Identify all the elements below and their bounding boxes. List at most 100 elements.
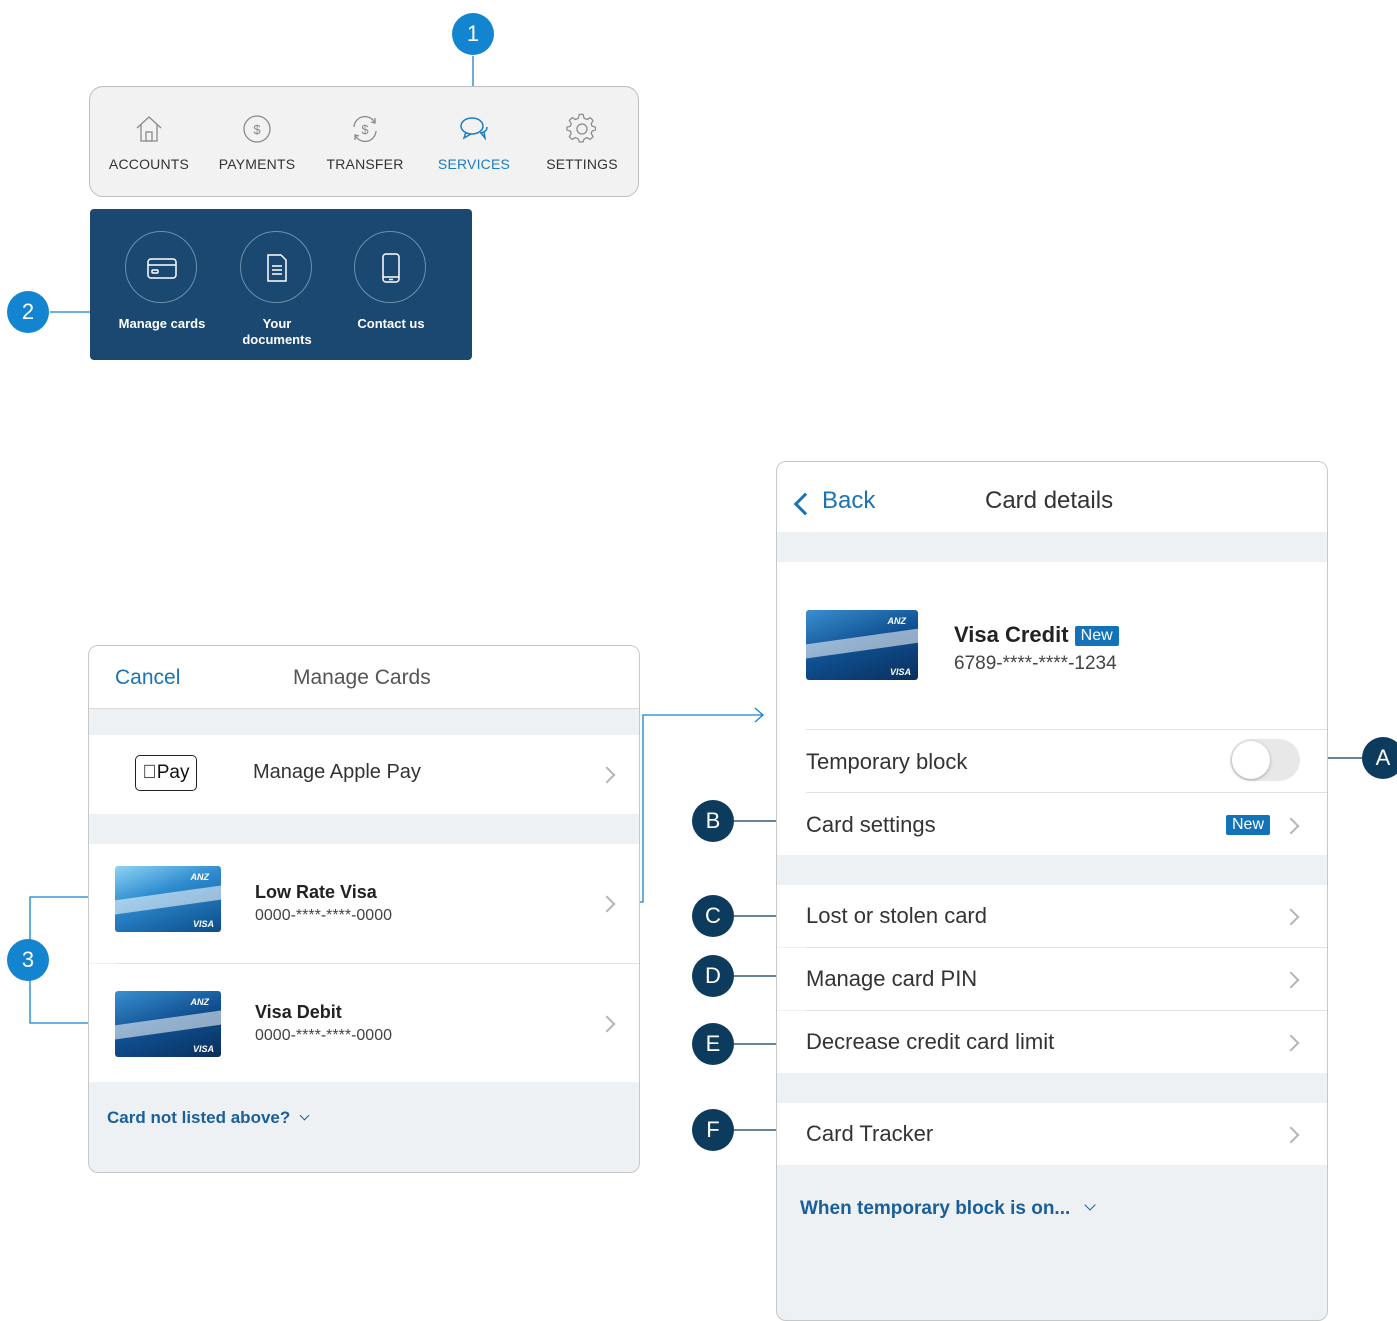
apple-pay-logo: Pay (135, 755, 197, 791)
card-details-section: ANZ VISA Visa Credit New 6789-****-****-… (777, 562, 1327, 855)
manage-pin-label: Manage card PIN (806, 966, 978, 991)
page-title: Card details (985, 487, 1114, 514)
services-item-label: Manage cards (118, 316, 206, 331)
phone-icon (382, 253, 400, 283)
card-tracker-label: Card Tracker (806, 1121, 934, 1146)
page-title: Manage Cards (293, 666, 431, 689)
new-badge: New (1074, 626, 1119, 646)
card-swoosh (806, 626, 918, 660)
services-item-label: Contact us (357, 316, 425, 331)
chevron-right-icon (598, 895, 616, 913)
visa-debit-card-image: ANZ VISA (115, 991, 221, 1057)
card-number: 0000-****-****-0000 (255, 907, 392, 924)
tab-payments[interactable]: $ PAYMENTS (202, 87, 312, 198)
temporary-block-toggle[interactable] (1230, 739, 1300, 781)
tab-label: SETTINGS (546, 156, 618, 172)
callout-f: F (692, 1109, 734, 1151)
svg-text:$: $ (361, 122, 369, 137)
card-settings-label: Card settings (806, 812, 936, 837)
manage-cards-screen: Cancel Manage Cards Pay Manage Apple Pa… (88, 645, 640, 1173)
card-settings-row[interactable]: Card settings New (777, 793, 1327, 855)
contact-us-circle (354, 231, 426, 303)
svg-text:$: $ (253, 122, 261, 137)
card-name: Visa Debit (255, 1002, 342, 1022)
temporary-block-info-text: When temporary block is on... (800, 1198, 1071, 1219)
dollar-circle-icon: $ (243, 115, 271, 143)
card-bank-logo: ANZ (887, 616, 907, 626)
tab-label: SERVICES (437, 156, 511, 172)
document-icon (267, 254, 287, 282)
back-chevron-icon[interactable] (793, 492, 817, 516)
card-row-low-rate-visa[interactable]: ANZ VISA Low Rate Visa 0000-****-****-00… (89, 844, 639, 963)
card-not-listed-link[interactable]: Card not listed above? (107, 1108, 310, 1128)
tab-accounts[interactable]: ACCOUNTS (94, 87, 204, 198)
card-brand-logo: VISA (192, 919, 214, 929)
chevron-right-icon (598, 1015, 616, 1033)
card-brand-logo: VISA (192, 1044, 214, 1054)
manage-apple-pay-label: Manage Apple Pay (253, 761, 421, 783)
temporary-block-info-link[interactable]: When temporary block is on... (800, 1198, 1096, 1220)
chat-bubbles-icon (460, 117, 488, 141)
lost-stolen-row[interactable]: Lost or stolen card (777, 885, 1327, 947)
temporary-block-label: Temporary block (806, 749, 968, 774)
card-number: 0000-****-****-0000 (255, 1027, 392, 1044)
chevron-right-icon (1282, 1034, 1300, 1052)
tab-settings[interactable]: SETTINGS (527, 87, 637, 198)
services-item-label: Your documents (242, 316, 312, 347)
decrease-limit-row[interactable]: Decrease credit card limit (777, 1011, 1327, 1073)
card-name: Visa Credit New (954, 622, 1119, 648)
callout-2: 2 (7, 291, 49, 333)
chevron-down-icon (299, 1110, 310, 1121)
card-number: 6789-****-****-1234 (954, 653, 1117, 674)
callout-a: A (1362, 737, 1397, 779)
card-brand-logo: VISA (889, 667, 911, 677)
apple-pay-logo-text: Pay (149, 762, 190, 783)
chevron-right-icon (598, 766, 616, 784)
decrease-limit-label: Decrease credit card limit (806, 1029, 1055, 1054)
card-row-visa-debit[interactable]: ANZ VISA Visa Debit 0000-****-****-0000 (89, 964, 639, 1082)
lost-stolen-label: Lost or stolen card (806, 903, 987, 928)
card-name: Low Rate Visa (255, 882, 377, 902)
manage-cards-circle (125, 231, 197, 303)
chevron-down-icon (1083, 1199, 1096, 1211)
callout-e: E (692, 1023, 734, 1065)
back-button[interactable]: Back (822, 487, 875, 515)
divider (806, 729, 1327, 730)
callout-3: 3 (7, 939, 49, 981)
apple-icon:  (143, 762, 157, 783)
manage-apple-pay-row[interactable]: Pay Manage Apple Pay (89, 735, 639, 814)
low-rate-visa-card-image: ANZ VISA (115, 866, 221, 932)
callout-d: D (692, 955, 734, 997)
gear-icon (566, 113, 597, 143)
cancel-button[interactable]: Cancel (115, 666, 180, 690)
chevron-right-icon (1282, 971, 1300, 989)
chevron-right-icon (1282, 817, 1300, 835)
card-bank-logo: ANZ (190, 997, 210, 1007)
tab-label: PAYMENTS (218, 156, 296, 172)
callout-1: 1 (452, 13, 494, 55)
chevron-right-icon (1282, 1126, 1300, 1144)
callout-b: B (692, 800, 734, 842)
services-menu: Manage cards Your documents Contact us (90, 209, 472, 360)
toggle-knob (1232, 741, 1270, 779)
tab-label: TRANSFER (326, 156, 404, 172)
visa-credit-card-image: ANZ VISA (806, 610, 918, 680)
your-documents-circle (240, 231, 312, 303)
home-icon (136, 116, 162, 142)
chevron-right-icon (1282, 908, 1300, 926)
card-details-header: Back Card details (777, 462, 1327, 532)
new-badge: New (1226, 815, 1271, 835)
tab-label: ACCOUNTS (108, 156, 190, 172)
credit-card-icon (147, 258, 177, 279)
manage-pin-row[interactable]: Manage card PIN (777, 948, 1327, 1010)
callout-c: C (692, 895, 734, 937)
tab-transfer[interactable]: $ TRANSFER (310, 87, 420, 198)
transfer-dollar-icon: $ (353, 115, 377, 143)
card-not-listed-text: Card not listed above? (107, 1108, 291, 1127)
tab-services[interactable]: SERVICES (419, 87, 529, 198)
card-name-text: Visa Credit (954, 622, 1069, 647)
bottom-tab-bar: ACCOUNTS $ PAYMENTS $ TRANSFER SERVICES … (89, 86, 639, 197)
manage-cards-header: Cancel Manage Cards (89, 646, 639, 709)
card-tracker-row[interactable]: Card Tracker (777, 1103, 1327, 1165)
card-swoosh (115, 1007, 221, 1041)
